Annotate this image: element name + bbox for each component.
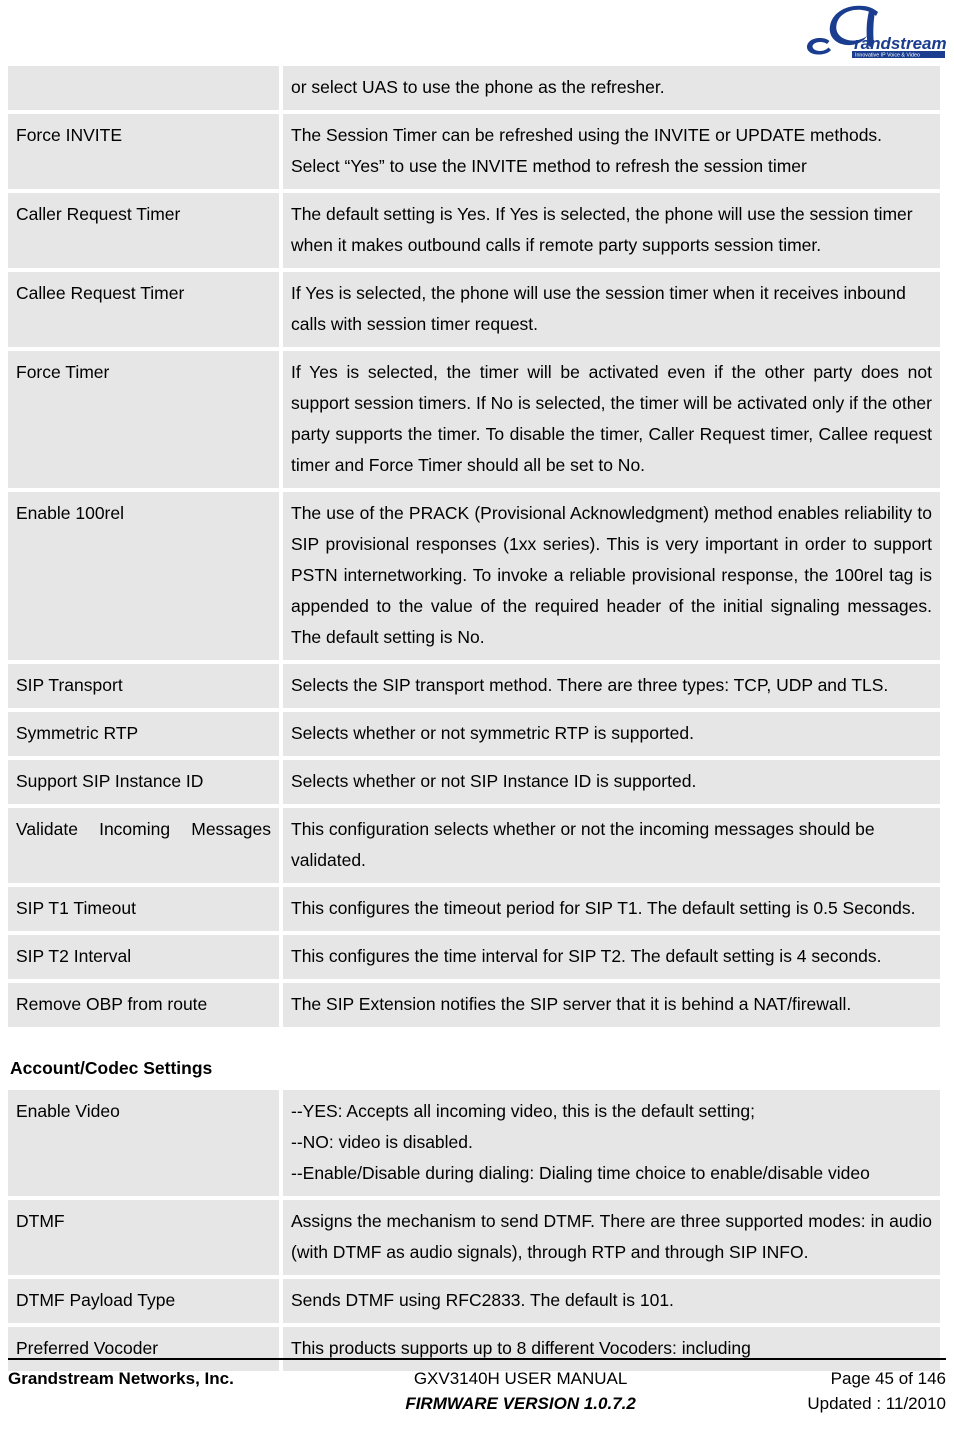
section-heading-account-codec: Account/Codec Settings (10, 1058, 213, 1078)
codec-description-line: --NO: video is disabled. (291, 1132, 473, 1152)
table-row: Force INVITE The Session Timer can be ref… (8, 114, 940, 189)
logo-e-glyph (807, 38, 831, 55)
footer-center-block: GXV3140H USER MANUAL FIRMWARE VERSION 1.… (234, 1366, 808, 1416)
sip-description-cell: This configures the timeout period for S… (283, 887, 940, 931)
page-header: randstream Innovative IP Voice & Video (0, 0, 954, 62)
sip-description-cell: Selects whether or not SIP Instance ID i… (283, 760, 940, 804)
sip-description-cell: or select UAS to use the phone as the re… (283, 66, 940, 110)
footer-content: Grandstream Networks, Inc. GXV3140H USER… (8, 1366, 946, 1416)
sip-description-cell: This configures the time interval for SI… (283, 935, 940, 979)
sip-description-cell: If Yes is selected, the phone will use t… (283, 272, 940, 347)
table-row: DTMF Payload Type Sends DTMF using RFC283… (8, 1279, 940, 1323)
sip-label-cell: Caller Request Timer (8, 193, 279, 268)
sip-label-cell: Remove OBP from route (8, 983, 279, 1027)
footer-divider (8, 1358, 946, 1360)
footer-updated-date: Updated : 11/2010 (807, 1394, 946, 1413)
sip-description-cell: Selects the SIP transport method. There … (283, 664, 940, 708)
sip-label-cell: Support SIP Instance ID (8, 760, 279, 804)
table-row: Enable Video --YES: Accepts all incoming … (8, 1090, 940, 1196)
footer-page-number: Page 45 of 146 (830, 1369, 946, 1388)
sip-description-cell: The Session Timer can be refreshed using… (283, 114, 940, 189)
table-row: DTMF Assigns the mechanism to send DTMF. … (8, 1200, 940, 1275)
codec-label-cell: DTMF (8, 1200, 279, 1275)
sip-label-cell: Validate Incoming Messages (8, 808, 279, 883)
footer-company: Grandstream Networks, Inc. (8, 1369, 234, 1388)
sip-label-cell: Force Timer (8, 351, 279, 488)
sip-label-cell: SIP Transport (8, 664, 279, 708)
table-row: SIP T2 Interval This configures the time … (8, 935, 940, 979)
sip-description-cell: The default setting is Yes. If Yes is se… (283, 193, 940, 268)
sip-description-cell: This configuration selects whether or no… (283, 808, 940, 883)
table-row: Remove OBP from route The SIP Extension n… (8, 983, 940, 1027)
table-row: Callee Request Timer If Yes is selected, … (8, 272, 940, 347)
sip-settings-table: or select UAS to use the phone as the re… (4, 62, 944, 1031)
footer-firmware-version: FIRMWARE VERSION 1.0.7.2 (405, 1394, 636, 1413)
codec-description-cell: --YES: Accepts all incoming video, this … (283, 1090, 940, 1196)
table-row: Symmetric RTP Selects whether or not symm… (8, 712, 940, 756)
table-row: SIP T1 Timeout This configures the timeou… (8, 887, 940, 931)
sip-description-cell: If Yes is selected, the timer will be ac… (283, 351, 940, 488)
sip-description-cell: The SIP Extension notifies the SIP serve… (283, 983, 940, 1027)
sip-description-cell: The use of the PRACK (Provisional Acknow… (283, 492, 940, 660)
sip-label-cell: SIP T2 Interval (8, 935, 279, 979)
page-footer: Grandstream Networks, Inc. GXV3140H USER… (8, 1358, 946, 1416)
page-content: or select UAS to use the phone as the re… (8, 62, 948, 1375)
footer-right-block: Page 45 of 146 Updated : 11/2010 (807, 1366, 946, 1416)
codec-label-cell: DTMF Payload Type (8, 1279, 279, 1323)
table-row: Caller Request Timer The default setting … (8, 193, 940, 268)
sip-label-cell: Force INVITE (8, 114, 279, 189)
grandstream-logo: randstream Innovative IP Voice & Video (806, 2, 946, 58)
table-row: Enable 100rel The use of the PRACK (Provi… (8, 492, 940, 660)
table-row: or select UAS to use the phone as the re… (8, 66, 940, 110)
codec-description-line: --Enable/Disable during dialing: Dialing… (291, 1163, 870, 1183)
codec-settings-table: Enable Video --YES: Accepts all incoming … (4, 1086, 944, 1375)
logo-tagline: Innovative IP Voice & Video (855, 53, 920, 58)
table-row: Validate Incoming Messages This configura… (8, 808, 940, 883)
codec-description-line: --YES: Accepts all incoming video, this … (291, 1101, 755, 1121)
codec-description-cell: Assigns the mechanism to send DTMF. Ther… (283, 1200, 940, 1275)
codec-settings-table-body: Enable Video --YES: Accepts all incoming … (8, 1090, 940, 1371)
table-row: SIP Transport Selects the SIP transport m… (8, 664, 940, 708)
table-row: Force Timer If Yes is selected, the timer… (8, 351, 940, 488)
sip-label-cell: Callee Request Timer (8, 272, 279, 347)
sip-label-cell: Symmetric RTP (8, 712, 279, 756)
codec-label-cell: Enable Video (8, 1090, 279, 1196)
sip-description-cell: Selects whether or not symmetric RTP is … (283, 712, 940, 756)
sip-label-cell (8, 66, 279, 110)
sip-settings-table-body: or select UAS to use the phone as the re… (8, 66, 940, 1027)
footer-manual-title: GXV3140H USER MANUAL (413, 1369, 628, 1388)
sip-label-cell: SIP T1 Timeout (8, 887, 279, 931)
sip-label-cell: Enable 100rel (8, 492, 279, 660)
table-row: Support SIP Instance ID Selects whether o… (8, 760, 940, 804)
codec-description-cell: Sends DTMF using RFC2833. The default is… (283, 1279, 940, 1323)
logo-wordmark: randstream (854, 34, 946, 53)
